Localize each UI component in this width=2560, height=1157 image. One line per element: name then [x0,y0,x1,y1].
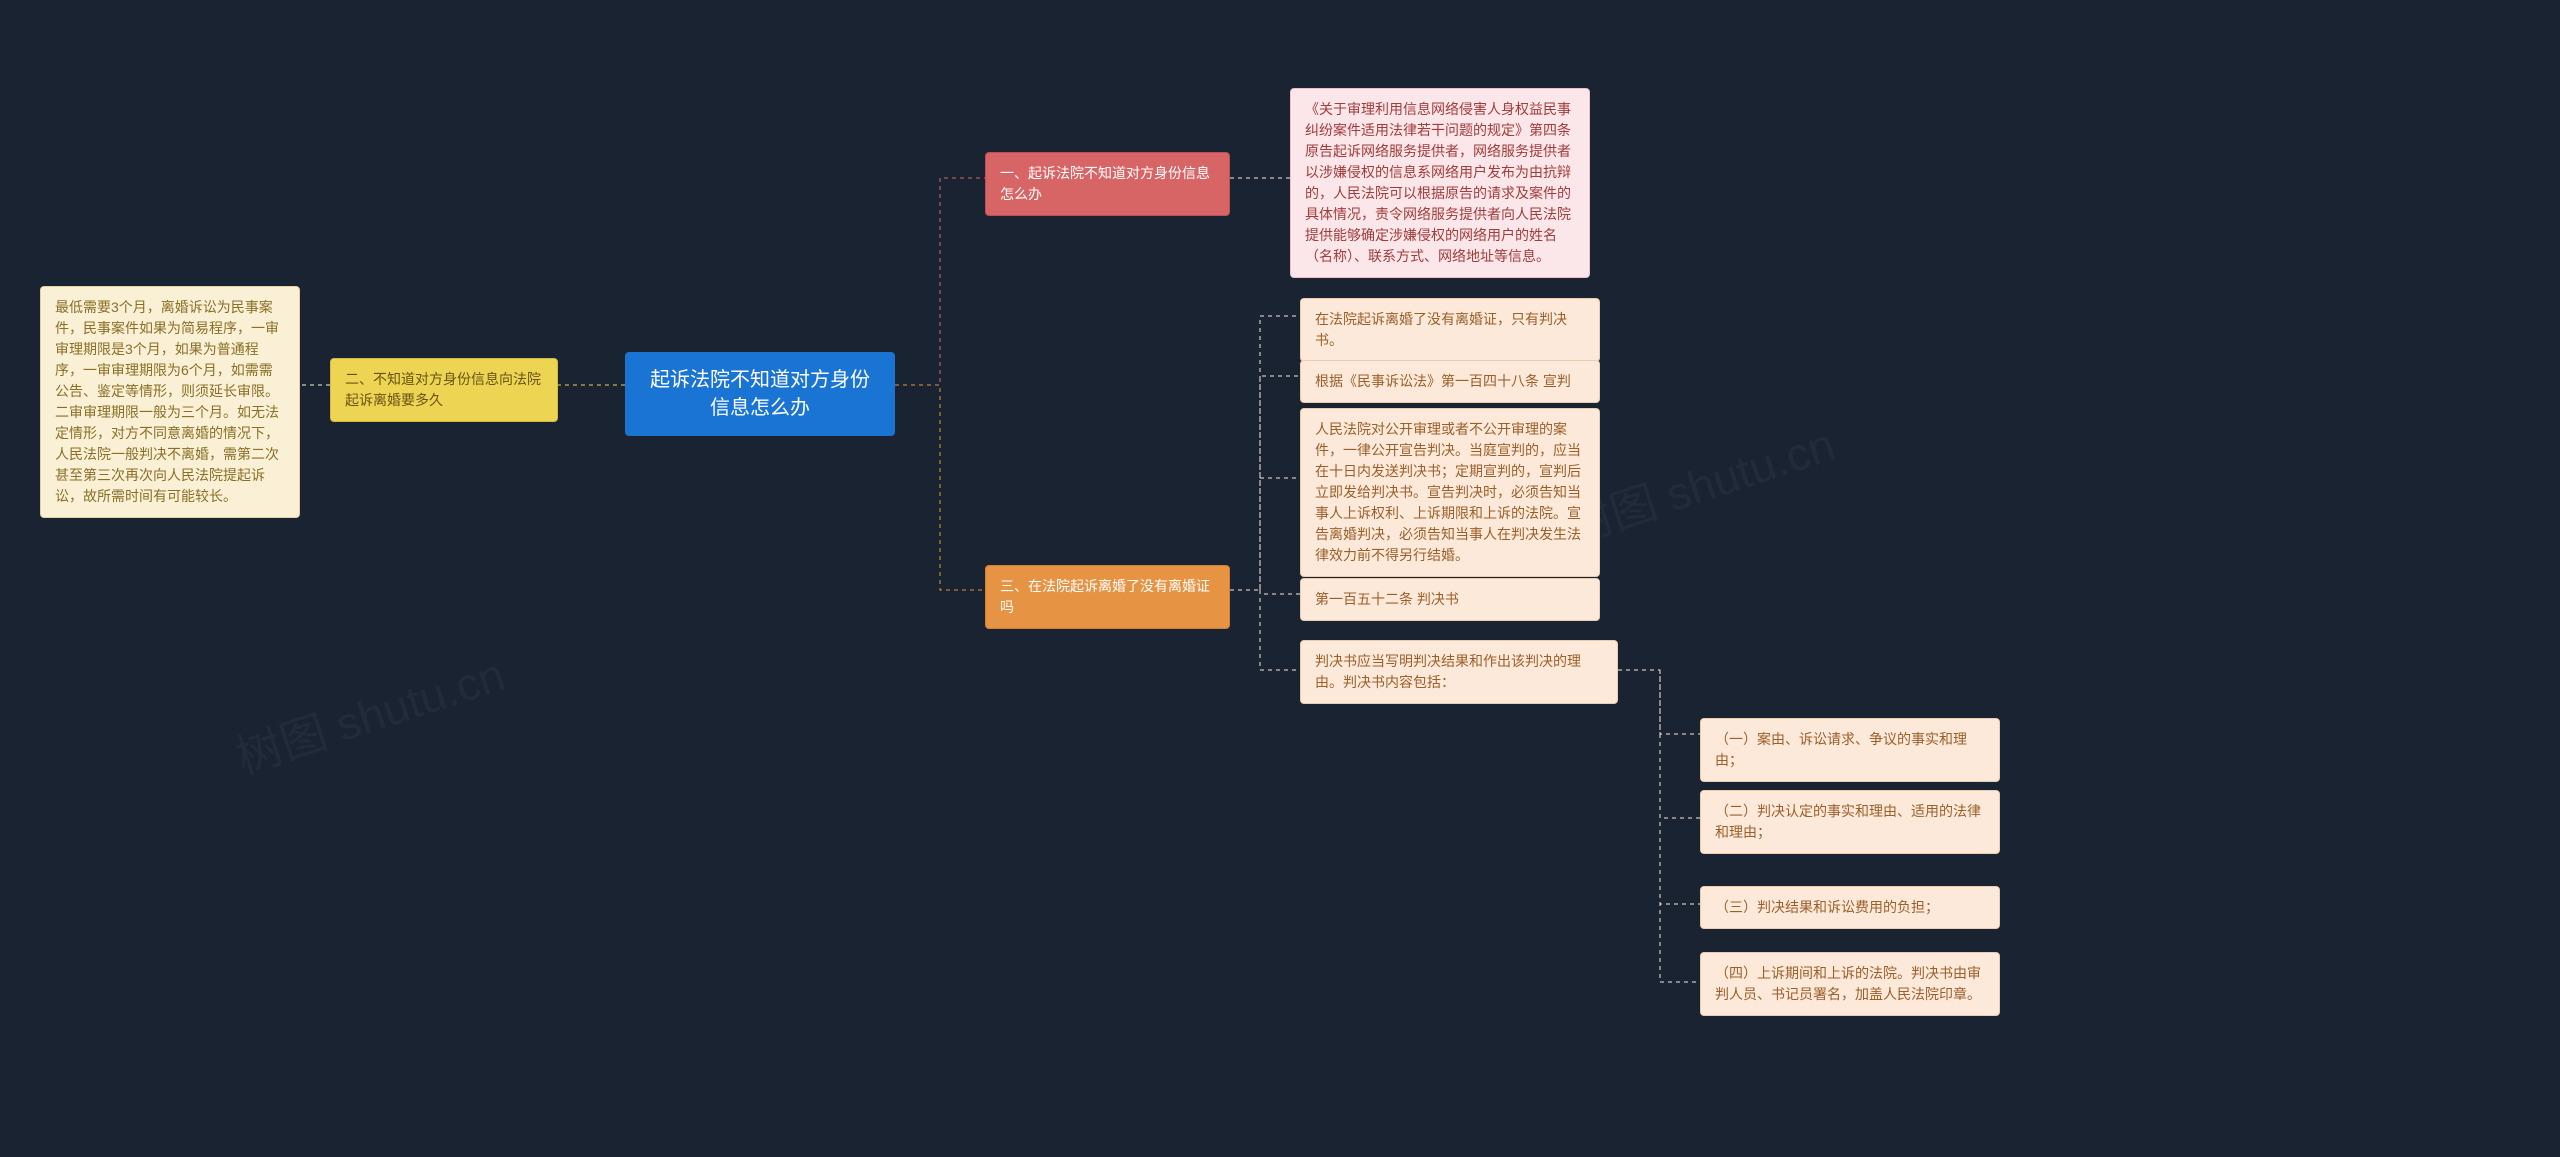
branch-3-sub-4: （四）上诉期间和上诉的法院。判决书由审判人员、书记员署名，加盖人民法院印章。 [1700,952,2000,1016]
branch-3-sub-1: （一）案由、诉讼请求、争议的事实和理由； [1700,718,2000,782]
branch-3-item-2: 根据《民事诉讼法》第一百四十八条 宣判 [1300,360,1600,403]
watermark: 树图 shutu.cn [227,639,512,788]
branch-2[interactable]: 二、不知道对方身份信息向法院起诉离婚要多久 [330,358,558,422]
root-node[interactable]: 起诉法院不知道对方身份信息怎么办 [625,352,895,436]
branch-3[interactable]: 三、在法院起诉离婚了没有离婚证吗 [985,565,1230,629]
connector-lines [0,0,2560,1157]
branch-3-sub-3: （三）判决结果和诉讼费用的负担； [1700,886,2000,929]
branch-1-detail: 《关于审理利用信息网络侵害人身权益民事纠纷案件适用法律若干问题的规定》第四条 原… [1290,88,1590,278]
branch-2-detail: 最低需要3个月，离婚诉讼为民事案件，民事案件如果为简易程序，一审审理期限是3个月… [40,286,300,518]
branch-3-item-4: 第一百五十二条 判决书 [1300,578,1600,621]
branch-3-item-3: 人民法院对公开审理或者不公开审理的案件，一律公开宣告判决。当庭宣判的，应当在十日… [1300,408,1600,577]
branch-3-sub-2: （二）判决认定的事实和理由、适用的法律和理由； [1700,790,2000,854]
branch-3-item-1: 在法院起诉离婚了没有离婚证，只有判决书。 [1300,298,1600,362]
branch-1[interactable]: 一、起诉法院不知道对方身份信息怎么办 [985,152,1230,216]
branch-3-item-5: 判决书应当写明判决结果和作出该判决的理由。判决书内容包括： [1300,640,1618,704]
